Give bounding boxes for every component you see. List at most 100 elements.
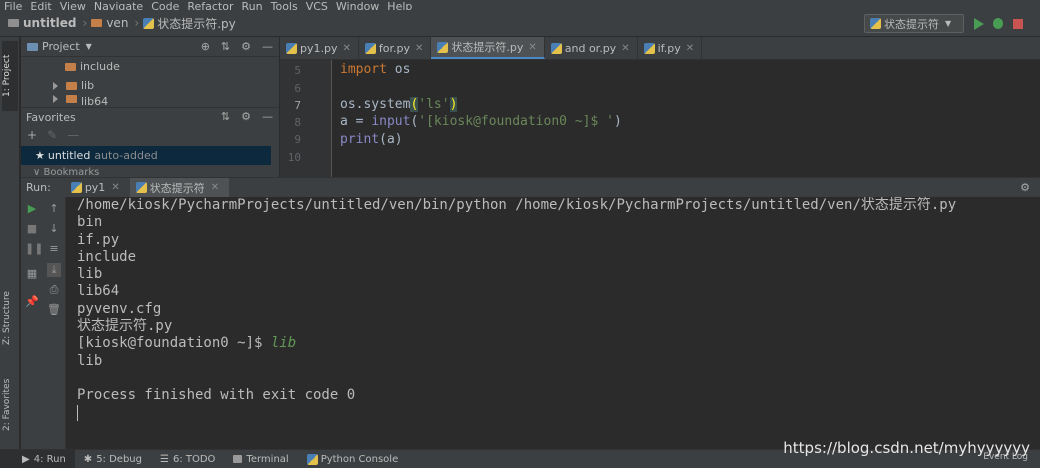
toolwindow-label: Terminal	[246, 453, 289, 465]
down-arrow-icon[interactable]: ↓	[47, 222, 61, 236]
menu-item-edit[interactable]: Edit	[26, 1, 55, 10]
navigation-bar: untitled › ven › 状态提示符.py 状态提示符 ▼	[0, 10, 1040, 37]
menu-bar: File Edit View Navigate Code Refactor Run Tools…	[0, 0, 1040, 10]
toolwindow-button-terminal[interactable]: Terminal	[224, 450, 297, 468]
tree-item-include[interactable]: include	[21, 57, 279, 76]
line-number: 5	[294, 64, 301, 77]
python-file-icon	[135, 182, 147, 193]
gear-icon[interactable]: ⚙	[1020, 181, 1030, 194]
close-icon[interactable]: ✕	[415, 43, 423, 54]
console-prompt-line: [kiosk@foundation0 ~]$ lib	[77, 335, 1040, 352]
close-icon[interactable]: ✕	[528, 42, 536, 53]
chevron-down-icon: ▼	[945, 19, 952, 28]
close-icon[interactable]: ✕	[111, 182, 119, 193]
tab-project-toolwindow[interactable]: 1: Project	[2, 41, 18, 111]
debug-icon[interactable]	[993, 18, 1003, 29]
python-file-icon	[364, 42, 376, 54]
collapse-icon[interactable]: ⇅	[221, 40, 230, 53]
folder-icon	[66, 95, 77, 103]
breadcrumb-file[interactable]: 状态提示符.py	[157, 15, 236, 32]
tab-if-py[interactable]: if.py ✕	[638, 37, 703, 59]
menu-item-refactor[interactable]: Refactor	[183, 1, 237, 10]
collapse-icon[interactable]: ⇅	[221, 110, 230, 123]
console-line: lib	[77, 352, 103, 369]
tab--py[interactable]: 状态提示符.py ✕	[431, 37, 545, 59]
console-line: if.py	[77, 231, 120, 248]
toolwindow-button-todo[interactable]: ☰ 6: TODO	[151, 450, 224, 468]
tab-for-py[interactable]: for.py ✕	[359, 37, 432, 59]
layout-icon[interactable]: ▦	[25, 267, 39, 281]
editor-tabs: py1.py ✕ for.py ✕ 状态提示符.py ✕ and or.py ✕ if.py ✕	[280, 37, 1040, 60]
tree-item-label: lib64	[81, 95, 109, 106]
menu-item-window[interactable]: Window	[332, 1, 383, 10]
menu-item-tools[interactable]: Tools	[267, 1, 302, 10]
pause-icon[interactable]: ❚❚	[25, 242, 43, 256]
console-line: 状态提示符.py	[77, 318, 173, 335]
python-file-icon	[870, 18, 881, 29]
soft-wrap-icon[interactable]: ≡	[47, 242, 61, 256]
minimize-icon[interactable]: —	[262, 40, 273, 53]
run-configuration-label: 状态提示符	[884, 17, 939, 31]
menu-item-view[interactable]: View	[56, 1, 90, 10]
console-line: lib	[77, 266, 103, 283]
menu-item-code[interactable]: Code	[147, 1, 183, 10]
toolwindow-button-python-console[interactable]: Python Console	[298, 450, 408, 468]
edit-icon[interactable]: ✎	[47, 128, 57, 142]
run-icon[interactable]	[974, 18, 984, 30]
locate-icon[interactable]: ⊕	[201, 40, 210, 53]
trash-icon[interactable]: 🗑	[47, 303, 61, 317]
tab-favorites-toolwindow[interactable]: 2: Favorites	[2, 370, 18, 440]
scroll-to-end-icon[interactable]: ⤓	[47, 263, 61, 277]
run-tab-py1[interactable]: py1 ✕	[65, 178, 130, 198]
print-icon[interactable]: ⎙	[47, 283, 61, 297]
rerun-icon[interactable]: ▶	[25, 202, 39, 216]
stop-icon[interactable]	[1013, 19, 1023, 29]
toolwindow-button-run[interactable]: ▶ 4: Run	[0, 449, 75, 468]
favorite-item-untitled[interactable]: ★ untitled auto-added	[21, 146, 271, 165]
console-line: bin	[77, 214, 103, 231]
code-line: os.system('ls')	[340, 97, 458, 112]
code-line: a = input('[kiosk@foundation0 ~]$ ')	[340, 114, 622, 129]
breadcrumb-project[interactable]: untitled	[23, 16, 77, 30]
tree-item-lib[interactable]: lib	[21, 76, 279, 95]
tree-item-lib64[interactable]: lib64	[21, 95, 279, 106]
breadcrumb-folder[interactable]: ven	[106, 16, 128, 30]
tab-label: for.py	[378, 41, 410, 55]
code-editor[interactable]: 5 6 7 8 9 10 import os os.system('ls') a…	[280, 60, 1040, 177]
project-panel-title[interactable]: Project	[42, 40, 80, 53]
close-icon[interactable]: ✕	[621, 43, 629, 54]
toolwindow-button-debug[interactable]: ✱ 5: Debug	[75, 450, 151, 468]
gear-icon[interactable]: ⚙	[241, 40, 251, 53]
menu-item-run[interactable]: Run	[238, 1, 267, 10]
expand-arrow-icon[interactable]	[53, 95, 58, 103]
tab-structure-toolwindow[interactable]: Z: Structure	[2, 283, 18, 353]
close-icon[interactable]: ✕	[211, 182, 219, 193]
chevron-right-icon: ›	[134, 16, 140, 30]
chevron-down-icon[interactable]: ▼	[86, 42, 92, 51]
line-number: 7	[294, 99, 301, 112]
folder-icon	[91, 19, 103, 27]
tab-and-or-py[interactable]: and or.py ✕	[545, 37, 638, 59]
expand-arrow-icon[interactable]	[53, 81, 58, 90]
menu-item-navigate[interactable]: Navigate	[90, 1, 147, 10]
minimize-icon[interactable]: —	[262, 110, 273, 123]
run-console[interactable]: /home/kiosk/PycharmProjects/untitled/ven…	[67, 197, 1040, 449]
add-icon[interactable]: +	[27, 128, 37, 142]
folder-icon	[65, 62, 76, 71]
close-icon[interactable]: ✕	[342, 43, 350, 54]
close-icon[interactable]: ✕	[686, 43, 694, 54]
python-file-icon	[437, 41, 449, 53]
remove-icon[interactable]: —	[67, 128, 79, 142]
pin-icon[interactable]: 📌	[25, 295, 39, 309]
menu-item-help[interactable]: Help	[383, 1, 416, 10]
gear-icon[interactable]: ⚙	[241, 110, 251, 123]
menu-item-file[interactable]: File	[0, 1, 26, 10]
up-arrow-icon[interactable]: ↑	[47, 202, 61, 216]
tab-py1-py[interactable]: py1.py ✕	[280, 37, 359, 59]
watermark: https://blog.csdn.net/myhyyyyyy	[783, 439, 1030, 457]
menu-item-vcs[interactable]: VCS	[302, 1, 332, 10]
run-tab-status-prompt[interactable]: 状态提示符 ✕	[129, 177, 230, 198]
run-configuration-select[interactable]: 状态提示符 ▼	[864, 14, 964, 33]
stop-icon[interactable]: ■	[25, 222, 39, 236]
